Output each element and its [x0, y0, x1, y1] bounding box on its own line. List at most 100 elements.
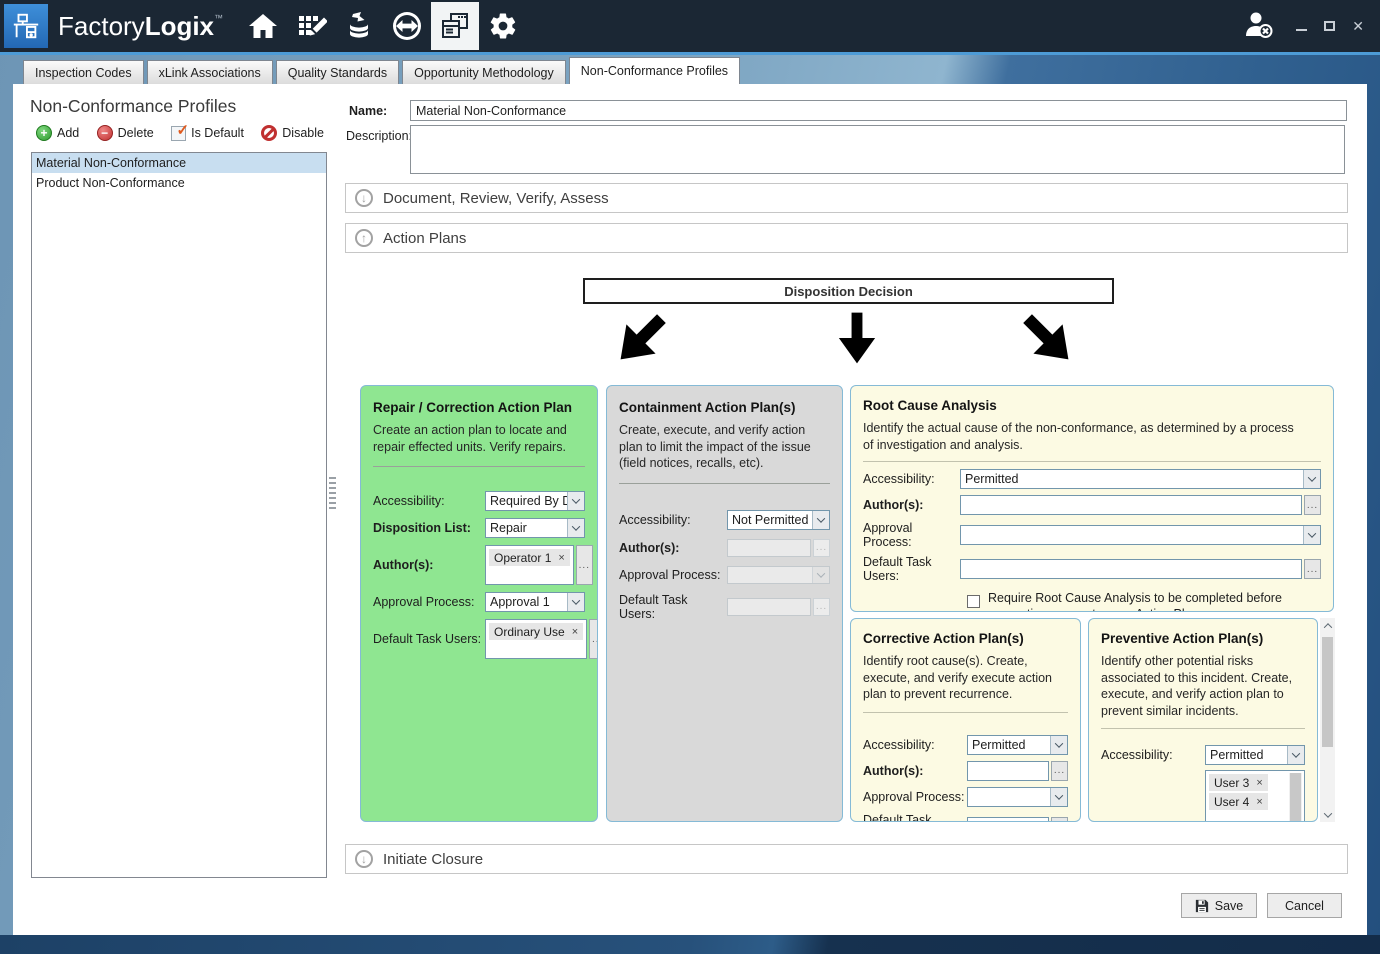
- left-panel-title: Non-Conformance Profiles: [30, 96, 236, 117]
- description-input[interactable]: [410, 125, 1345, 174]
- approval-process-select-disabled: [727, 566, 830, 584]
- tab-inspection-codes[interactable]: Inspection Codes: [23, 60, 144, 84]
- add-button[interactable]: + Add: [36, 125, 79, 141]
- scroll-up-icon[interactable]: [1320, 618, 1335, 633]
- tab-xlink-associations[interactable]: xLink Associations: [147, 60, 273, 84]
- disposition-list-select[interactable]: Repair: [485, 518, 585, 538]
- preventive-panel: Preventive Action Plan(s) Identify other…: [1088, 618, 1318, 822]
- listbox-scrollbar[interactable]: [1289, 773, 1302, 822]
- application-window: FactoryLogix™: [0, 0, 1380, 954]
- app-title: FactoryLogix™: [58, 11, 223, 42]
- default-task-users-listbox[interactable]: [967, 817, 1049, 823]
- add-icon: +: [36, 125, 52, 141]
- authors-browse-button[interactable]: ...: [576, 545, 593, 585]
- select-value: Permitted: [968, 736, 1050, 754]
- chip-label: User 3: [1214, 776, 1249, 790]
- approval-process-select[interactable]: [960, 525, 1321, 545]
- delete-label: Delete: [118, 126, 154, 140]
- accent-line: [0, 52, 1380, 55]
- default-task-users-listbox[interactable]: [960, 559, 1302, 579]
- list-item-material-non-conformance[interactable]: Material Non-Conformance: [32, 153, 326, 173]
- accessibility-label: Accessibility:: [1101, 748, 1205, 762]
- authors-listbox[interactable]: [967, 761, 1049, 781]
- panel-description: Identify other potential risks associate…: [1101, 653, 1305, 719]
- scrollbar-thumb[interactable]: [1290, 773, 1301, 822]
- materials-icon[interactable]: [335, 2, 383, 50]
- is-default-icon: ✓: [171, 126, 186, 141]
- chevron-down-icon: [1303, 526, 1320, 544]
- accessibility-select[interactable]: Permitted: [1205, 745, 1305, 765]
- chip-remove-icon[interactable]: ×: [558, 552, 564, 564]
- tab-opportunity-methodology[interactable]: Opportunity Methodology: [402, 60, 566, 84]
- approval-process-select[interactable]: [967, 787, 1068, 807]
- authors-browse-button[interactable]: ...: [1051, 761, 1068, 781]
- splitter-grip[interactable]: [329, 477, 336, 510]
- authors-label: Author(s):: [863, 498, 960, 512]
- chevron-down-icon: [812, 567, 829, 583]
- authors-listbox[interactable]: Operator 1×: [485, 545, 574, 585]
- cancel-button[interactable]: Cancel: [1267, 893, 1342, 918]
- chip-remove-icon[interactable]: ×: [572, 626, 578, 638]
- task-user-chip[interactable]: Ordinary Use ×: [489, 623, 583, 640]
- accessibility-label: Accessibility:: [863, 738, 967, 752]
- default-task-users-label: Default Task Users:: [373, 632, 485, 646]
- panel-description: Create an action plan to locate and repa…: [373, 422, 585, 455]
- default-task-users-browse-button[interactable]: ...: [589, 619, 598, 659]
- delete-button[interactable]: − Delete: [97, 125, 154, 141]
- scrollbar-thumb[interactable]: [1322, 637, 1333, 747]
- quality-icon[interactable]: [431, 2, 479, 50]
- approval-process-label: Approval Process:: [863, 521, 960, 549]
- accessibility-select[interactable]: Permitted: [967, 735, 1068, 755]
- section-initiate-closure[interactable]: ↓ Initiate Closure: [345, 844, 1348, 874]
- chip-label: Ordinary Use: [494, 625, 565, 639]
- default-task-users-listbox[interactable]: User 3 × User 4 ×: [1205, 770, 1305, 822]
- default-task-users-listbox[interactable]: Ordinary Use ×: [485, 619, 587, 659]
- save-button[interactable]: Save: [1181, 893, 1257, 918]
- require-root-cause-label: Require Root Cause Analysis to be comple…: [988, 591, 1321, 612]
- require-root-cause-checkbox[interactable]: [967, 595, 980, 608]
- panel-title: Containment Action Plan(s): [619, 400, 830, 415]
- transfer-icon[interactable]: [383, 2, 431, 50]
- logout-user-icon[interactable]: [1242, 10, 1276, 42]
- author-chip[interactable]: Operator 1×: [489, 549, 570, 566]
- approval-process-label: Approval Process:: [619, 568, 727, 582]
- section-action-plans[interactable]: ↑ Action Plans: [345, 223, 1348, 253]
- settings-gear-icon[interactable]: [479, 2, 527, 50]
- name-input[interactable]: [410, 100, 1347, 121]
- arrow-down-right-icon: [1015, 306, 1081, 372]
- add-label: Add: [57, 126, 79, 140]
- minimize-button[interactable]: [1296, 29, 1307, 31]
- tab-quality-standards[interactable]: Quality Standards: [276, 60, 399, 84]
- chip-remove-icon[interactable]: ×: [1256, 796, 1262, 808]
- authors-browse-button[interactable]: ...: [1304, 495, 1321, 515]
- section-document-review[interactable]: ↓ Document, Review, Verify, Assess: [345, 183, 1348, 213]
- tab-bar: Inspection Codes xLink Associations Qual…: [23, 57, 743, 84]
- tab-non-conformance-profiles[interactable]: Non-Conformance Profiles: [569, 57, 740, 84]
- authors-listbox[interactable]: [960, 495, 1302, 515]
- list-item-product-non-conformance[interactable]: Product Non-Conformance: [32, 173, 326, 193]
- task-user-chip[interactable]: User 4 ×: [1209, 793, 1268, 810]
- task-user-chip[interactable]: User 3 ×: [1209, 774, 1268, 791]
- default-task-users-browse-button[interactable]: ...: [1304, 559, 1321, 579]
- chip-label: User 4: [1214, 795, 1249, 809]
- chip-remove-icon[interactable]: ×: [1256, 777, 1262, 789]
- default-task-users-browse-button[interactable]: ...: [1051, 817, 1068, 823]
- panel-title: Repair / Correction Action Plan: [373, 400, 585, 415]
- planning-icon[interactable]: [287, 2, 335, 50]
- approval-process-select[interactable]: Approval 1: [485, 592, 585, 612]
- accessibility-select[interactable]: Required By D...: [485, 491, 585, 511]
- close-button[interactable]: ✕: [1352, 19, 1364, 33]
- corrective-panel: Corrective Action Plan(s) Identify root …: [850, 618, 1081, 822]
- accessibility-select[interactable]: Not Permitted: [727, 510, 830, 530]
- accessibility-select[interactable]: Permitted: [960, 469, 1321, 489]
- panel-row-scrollbar[interactable]: [1320, 618, 1335, 822]
- home-icon[interactable]: [239, 2, 287, 50]
- panel-title: Root Cause Analysis: [863, 398, 1321, 413]
- scroll-down-icon[interactable]: [1320, 807, 1335, 822]
- is-default-button[interactable]: ✓ Is Default: [171, 126, 244, 141]
- select-value: Not Permitted: [728, 511, 812, 529]
- disposition-list-label: Disposition List:: [373, 521, 485, 535]
- maximize-button[interactable]: [1324, 21, 1335, 31]
- chevron-down-icon: [1303, 470, 1320, 488]
- disable-button[interactable]: Disable: [261, 125, 324, 141]
